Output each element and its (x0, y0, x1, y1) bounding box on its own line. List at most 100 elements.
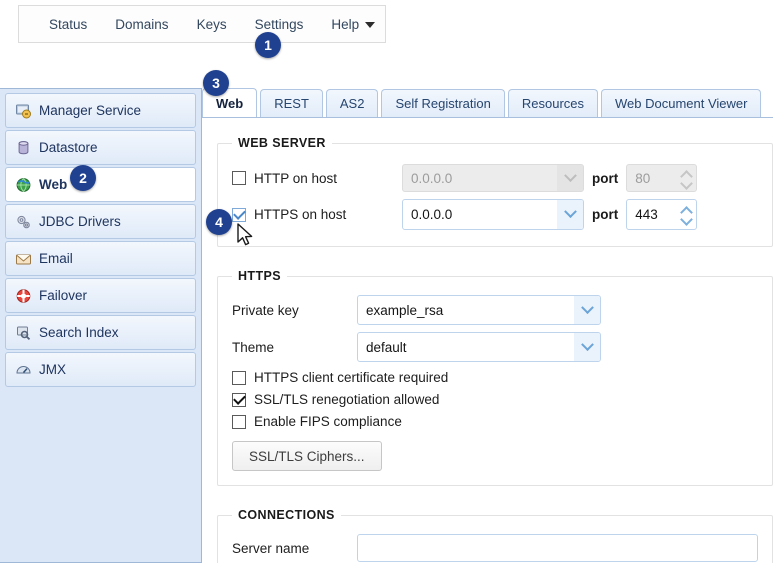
private-key-label: Private key (232, 302, 299, 318)
menu-item-keys[interactable]: Keys (183, 13, 241, 36)
email-icon (16, 254, 31, 264)
http-on-host-label: HTTP on host (254, 170, 338, 186)
menu-item-keys-label: Keys (196, 16, 227, 32)
callout-badge-3-label: 3 (212, 75, 220, 91)
https-on-host-label: HTTPS on host (254, 207, 347, 222)
http-port-spinner[interactable]: 80 (626, 164, 698, 192)
sidebar-item-label: Email (39, 251, 73, 266)
main-menubar: Status Domains Keys Settings Help (18, 5, 386, 43)
tab-web-document-viewer[interactable]: Web Document Viewer (601, 89, 762, 117)
server-name-input[interactable] (357, 534, 758, 562)
sidebar-item-datastore[interactable]: Datastore (5, 130, 196, 165)
spinner-down-icon[interactable] (682, 180, 691, 186)
manager-service-icon (16, 104, 31, 118)
https-port-spinner[interactable]: 443 (626, 199, 698, 230)
web-server-legend: WEB SERVER (238, 136, 326, 150)
tab-label: Web (216, 95, 244, 111)
chevron-down-icon (365, 22, 376, 28)
tab-self-registration[interactable]: Self Registration (381, 89, 505, 117)
sidebar-item-label: JDBC Drivers (39, 214, 121, 229)
search-index-icon (17, 326, 31, 340)
https-host-value: 0.0.0.0 (411, 207, 453, 222)
sidebar-item-jmx[interactable]: JMX (5, 352, 196, 387)
callout-badge-4-label: 4 (215, 214, 223, 230)
callout-badge-2: 2 (70, 165, 96, 191)
server-name-label: Server name (232, 540, 310, 556)
tab-resources[interactable]: Resources (507, 89, 598, 117)
sidebar-item-label: Datastore (39, 140, 98, 155)
web-server-group: WEB SERVER HTTP on host 0.0.0.0 port 80 (217, 136, 773, 247)
sidebar-item-jdbc-drivers[interactable]: JDBC Drivers (5, 204, 196, 239)
https-on-host-checkbox[interactable] (232, 207, 246, 222)
fips-compliance-checkbox[interactable] (232, 414, 246, 429)
ciphers-row: SSL/TLS Ciphers... (232, 441, 758, 471)
theme-combobox[interactable]: default (357, 332, 601, 362)
content-tabstrip: Web REST AS2 Self Registration Resources… (202, 88, 773, 118)
menu-item-help[interactable]: Help (317, 13, 389, 36)
chevron-down-icon (574, 333, 600, 361)
sidebar-item-email[interactable]: Email (5, 241, 196, 276)
sidebar-item-label: JMX (39, 362, 66, 377)
https-port-value: 443 (635, 207, 658, 222)
https-client-cert-row: HTTPS client certificate required (232, 370, 758, 385)
spinner-down-icon[interactable] (682, 216, 691, 222)
tab-as2[interactable]: AS2 (325, 89, 379, 117)
chevron-down-icon (557, 165, 583, 191)
http-port-value: 80 (635, 170, 651, 186)
callout-badge-2-label: 2 (79, 170, 87, 186)
spinner-buttons[interactable] (677, 165, 696, 191)
web-globe-icon (16, 177, 31, 192)
connections-legend: CONNECTIONS (238, 508, 335, 522)
http-on-host-checkbox[interactable] (232, 171, 246, 185)
sidebar-item-manager-service[interactable]: Manager Service (5, 93, 196, 128)
tab-label: Self Registration (395, 96, 491, 111)
sidebar-item-label: Search Index (39, 325, 119, 340)
menu-item-status[interactable]: Status (35, 13, 101, 36)
tab-rest[interactable]: REST (260, 89, 323, 117)
private-key-row: Private key example_rsa (232, 295, 758, 325)
https-port-label: port (592, 207, 619, 222)
fips-compliance-label: Enable FIPS compliance (254, 414, 402, 429)
sidebar-item-failover[interactable]: Failover (5, 278, 196, 313)
menu-item-status-label: Status (49, 16, 88, 32)
jdbc-drivers-icon (17, 215, 30, 228)
connections-group: CONNECTIONS Server name (217, 508, 773, 563)
tab-label: AS2 (339, 96, 365, 111)
menu-item-settings[interactable]: Settings (241, 13, 318, 36)
callout-badge-1: 1 (255, 32, 281, 58)
https-legend: HTTPS (238, 269, 281, 283)
sidebar-item-web[interactable]: Web (5, 167, 196, 202)
sidebar-item-search-index[interactable]: Search Index (5, 315, 196, 350)
sidebar-item-label: Failover (39, 288, 88, 303)
jmx-icon (16, 365, 31, 373)
theme-label: Theme (232, 339, 275, 355)
menu-item-domains-label: Domains (115, 16, 169, 32)
chevron-down-icon (557, 200, 583, 229)
callout-badge-4: 4 (206, 209, 232, 235)
https-client-certificate-label: HTTPS client certificate required (254, 370, 449, 385)
theme-row: Theme default (232, 332, 758, 362)
ssl-renegotiation-row: SSL/TLS renegotiation allowed (232, 392, 758, 407)
callout-badge-1-label: 1 (264, 37, 272, 53)
theme-value: default (366, 339, 407, 355)
spinner-up-icon[interactable] (682, 171, 691, 177)
ssl-renegotiation-checkbox[interactable] (232, 392, 246, 407)
failover-icon (16, 288, 31, 303)
sidebar-item-label: Manager Service (39, 103, 142, 118)
private-key-combobox[interactable]: example_rsa (357, 295, 601, 325)
private-key-value: example_rsa (366, 302, 444, 318)
spinner-buttons[interactable] (677, 200, 696, 229)
web-settings-panel: WEB SERVER HTTP on host 0.0.0.0 port 80 (202, 118, 773, 563)
sidebar-item-label: Web (39, 177, 68, 192)
https-host-combobox[interactable]: 0.0.0.0 (402, 199, 584, 230)
tab-label: Resources (521, 96, 584, 111)
spinner-up-icon[interactable] (682, 207, 691, 213)
settings-sidebar: Manager Service Datastore Web JDBC Drive… (0, 88, 202, 563)
https-client-certificate-checkbox[interactable] (232, 370, 246, 385)
chevron-down-icon (574, 296, 600, 324)
menu-item-help-label: Help (331, 16, 360, 32)
menu-item-domains[interactable]: Domains (101, 13, 182, 36)
menu-item-settings-label: Settings (254, 16, 304, 32)
http-host-combobox[interactable]: 0.0.0.0 (402, 164, 584, 192)
ssl-tls-ciphers-button[interactable]: SSL/TLS Ciphers... (232, 441, 382, 471)
